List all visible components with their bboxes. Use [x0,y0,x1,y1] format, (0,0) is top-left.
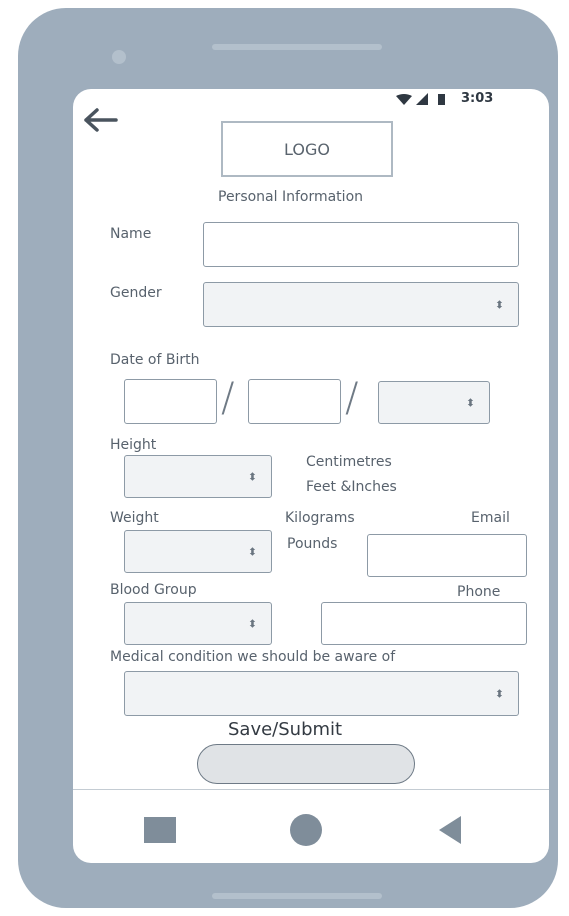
battery-icon [438,94,445,105]
gender-select[interactable]: ⬍ [203,282,519,327]
height-unit-centimetres[interactable]: Centimetres [306,454,392,470]
blood-group-select[interactable]: ⬍ [124,602,272,645]
camera-dot [112,50,126,64]
circle-icon[interactable] [290,814,322,846]
dob-label: Date of Birth [110,352,200,368]
signal-icon [416,93,428,105]
select-caret-icon: ⬍ [247,470,257,483]
square-icon[interactable] [144,817,176,843]
dob-month-input[interactable] [248,379,341,424]
name-label: Name [110,226,152,242]
phone-label: Phone [457,584,501,600]
name-input[interactable] [203,222,519,267]
logo-placeholder: LOGO [221,121,393,177]
select-caret-icon: ⬍ [494,298,504,311]
height-unit-feet-inches[interactable]: Feet &Inches [306,479,397,495]
dob-day-input[interactable] [124,379,217,424]
gender-label: Gender [110,285,162,301]
phone-frame: 3:03 LOGO Personal Information Name Gend… [18,8,558,908]
email-label: Email [471,510,510,526]
phone-input[interactable] [321,602,527,645]
wifi-icon [396,94,412,105]
bottom-bar [212,893,382,899]
status-icons [396,93,445,105]
back-arrow-icon[interactable] [82,107,118,133]
speaker-slot [212,44,382,50]
medical-condition-label: Medical condition we should be aware of [110,649,396,665]
dob-separator: / [221,375,235,421]
submit-button[interactable] [197,744,415,784]
select-caret-icon: ⬍ [465,396,475,409]
medical-condition-select[interactable]: ⬍ [124,671,519,716]
height-label: Height [110,437,157,453]
weight-label: Weight [110,510,159,526]
blood-group-label: Blood Group [110,582,197,598]
triangle-icon[interactable] [439,816,461,844]
dob-separator: / [345,375,359,421]
status-time: 3:03 [461,91,494,106]
weight-unit-kilograms[interactable]: Kilograms [285,510,355,526]
section-title: Personal Information [218,189,364,205]
select-caret-icon: ⬍ [494,687,504,700]
weight-select[interactable]: ⬍ [124,530,272,573]
weight-unit-pounds[interactable]: Pounds [287,536,337,552]
select-caret-icon: ⬍ [247,617,257,630]
dob-year-select[interactable]: ⬍ [378,381,490,424]
screen: 3:03 LOGO Personal Information Name Gend… [73,89,549,863]
submit-label: Save/Submit [228,719,343,740]
nav-divider [73,789,549,790]
select-caret-icon: ⬍ [247,545,257,558]
email-input[interactable] [367,534,527,577]
height-select[interactable]: ⬍ [124,455,272,498]
